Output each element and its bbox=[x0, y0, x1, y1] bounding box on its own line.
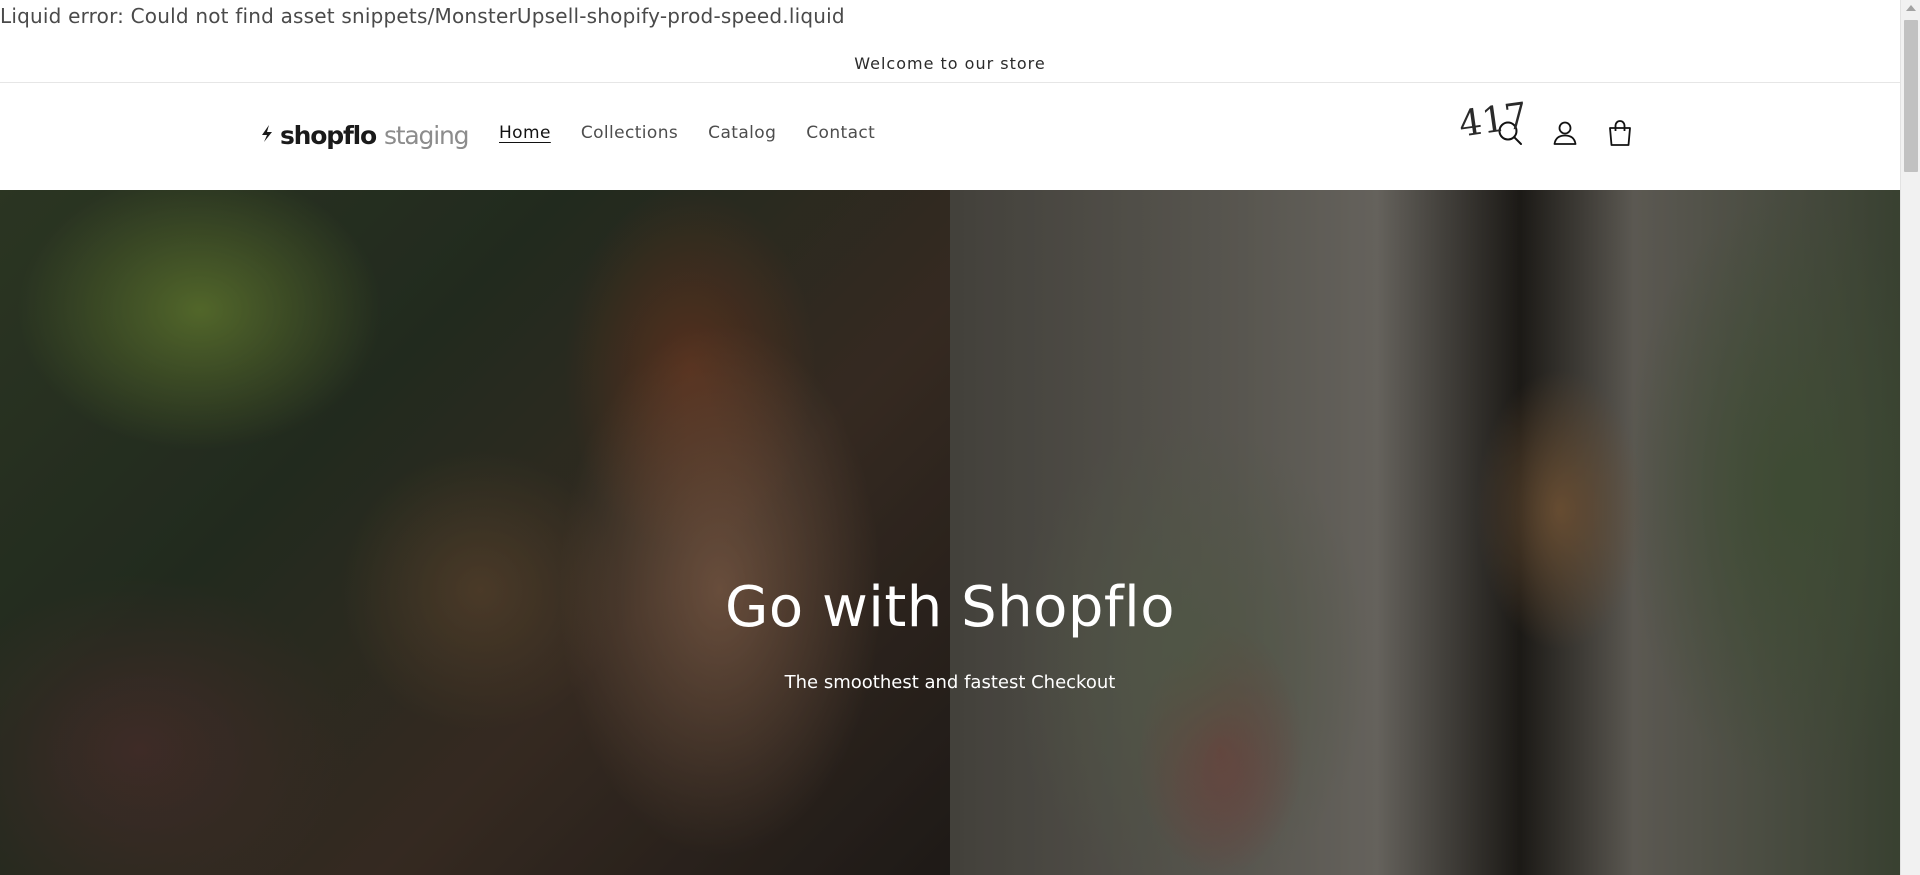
account-icon bbox=[1553, 121, 1577, 145]
liquid-error-message: Liquid error: Could not find asset snipp… bbox=[0, 4, 845, 28]
scroll-up-arrow-icon[interactable] bbox=[1906, 5, 1916, 11]
hero-overlay bbox=[0, 190, 1900, 875]
hero-title: Go with Shopflo bbox=[725, 575, 1175, 640]
cart-icon bbox=[1609, 120, 1631, 146]
announcement-text: Welcome to our store bbox=[854, 53, 1046, 73]
cart-button[interactable] bbox=[1605, 118, 1635, 148]
nav-item-home[interactable]: Home bbox=[499, 123, 551, 143]
site-header: shopflo staging Home Collections Catalog… bbox=[0, 83, 1900, 190]
logo-env-text: staging bbox=[383, 121, 469, 150]
nav-item-catalog[interactable]: Catalog bbox=[708, 123, 776, 143]
nav-item-contact[interactable]: Contact bbox=[806, 123, 875, 143]
account-button[interactable] bbox=[1550, 118, 1580, 148]
hero-subtitle: The smoothest and fastest Checkout bbox=[784, 672, 1116, 693]
hero-banner bbox=[0, 190, 1900, 875]
scrollbar-thumb[interactable] bbox=[1904, 20, 1918, 172]
shopflo-logo-icon bbox=[262, 124, 272, 142]
vertical-scrollbar[interactable] bbox=[1900, 0, 1920, 875]
page: Liquid error: Could not find asset snipp… bbox=[0, 0, 1920, 875]
store-viewport: Liquid error: Could not find asset snipp… bbox=[0, 0, 1900, 875]
main-nav: Home Collections Catalog Contact bbox=[499, 123, 875, 143]
logo-brand-text: shopflo bbox=[280, 121, 377, 150]
store-logo[interactable]: shopflo staging bbox=[260, 121, 469, 150]
nav-item-collections[interactable]: Collections bbox=[581, 123, 678, 143]
announcement-bar: Welcome to our store bbox=[0, 44, 1900, 83]
